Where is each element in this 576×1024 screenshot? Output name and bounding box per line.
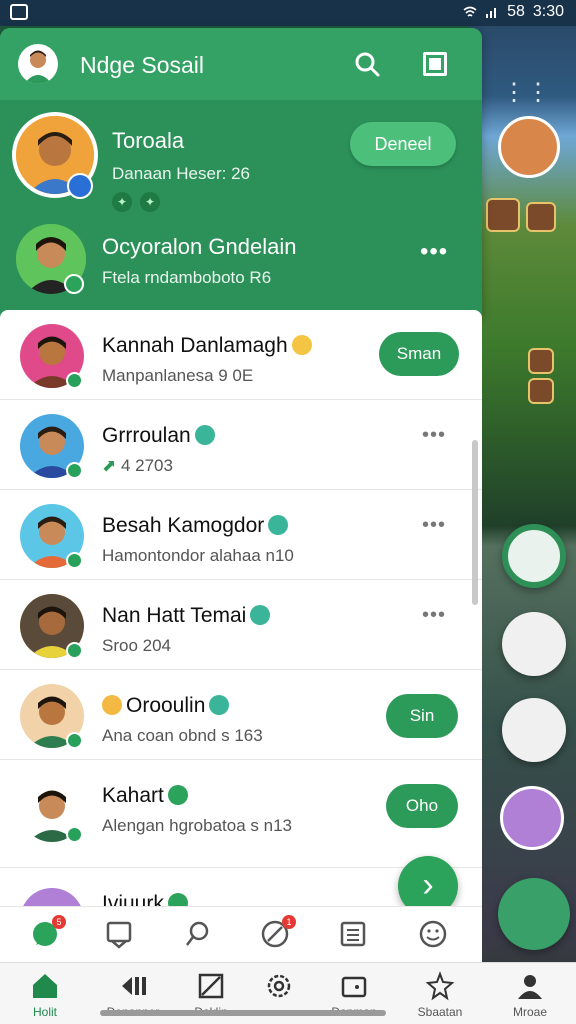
list-item[interactable]: Nan Hatt Temai Sroo 204 ••• <box>0 580 482 670</box>
nav-item-settings[interactable] <box>239 971 319 1005</box>
flower-icon <box>425 971 455 1001</box>
compass-badge: 1 <box>282 915 296 929</box>
online-badge <box>66 642 83 659</box>
trend-icon: ⬈ <box>102 456 121 475</box>
bg-fab-brush[interactable] <box>502 524 566 588</box>
wallet-icon <box>341 976 367 998</box>
online-badge <box>64 274 84 294</box>
contact-name: Grrroulan <box>102 424 191 447</box>
status-emoji-icon <box>194 425 215 445</box>
contact-subtitle: 4 2703 <box>120 456 173 475</box>
status-bar: 58 3:30 <box>0 0 576 26</box>
wifi-icon <box>463 6 477 17</box>
settings-icon <box>267 974 291 998</box>
nav-label: Holit <box>32 1005 57 1019</box>
list-item[interactable]: Besah Kamogdor Hamontondor alahaa n10 ••… <box>0 490 482 580</box>
smiley-icon[interactable] <box>418 919 448 949</box>
online-badge <box>66 462 83 479</box>
person-icon <box>518 975 542 999</box>
signal-icon <box>486 8 497 18</box>
status-dot-icon: ✦ <box>112 192 132 212</box>
featured-name: Toroala <box>112 128 185 153</box>
search-icon[interactable] <box>353 50 381 78</box>
contact-subtitle: Sroo 204 <box>102 636 171 655</box>
contact-subtitle: Manpanlanesa 9 0E <box>102 366 254 385</box>
bg-tile <box>528 378 554 404</box>
contact-name: Orooulin <box>126 694 206 717</box>
contact-name: Besah Kamogdor <box>102 514 265 537</box>
status-time: 3:30 <box>532 3 564 20</box>
scrollbar[interactable] <box>472 440 478 605</box>
edit-icon <box>198 973 224 999</box>
bg-tile <box>526 202 556 232</box>
status-emoji-icon <box>209 695 230 715</box>
more-options-icon[interactable]: ••• <box>422 424 446 447</box>
online-badge <box>66 826 83 843</box>
second-name: Ocyoralon Gndelain <box>102 234 297 259</box>
status-emoji-icon <box>268 515 289 535</box>
app-bar: Ndge Sosail <box>0 28 482 100</box>
status-dot-icon: ✦ <box>140 192 160 212</box>
more-options-icon[interactable]: ••• <box>422 604 446 627</box>
bg-tile <box>486 198 520 232</box>
home-indicator[interactable] <box>100 1010 386 1016</box>
contact-action-button[interactable]: Oho <box>386 784 458 828</box>
rewind-icon <box>122 977 146 995</box>
contact-subtitle: Alengan hgrobatoa s n13 <box>102 816 292 835</box>
nav-label: Sbaatan <box>417 1005 463 1019</box>
list-item[interactable]: Kahart Alengan hgrobatoa s n13 Oho <box>0 760 482 868</box>
status-emoji-icon <box>167 785 188 805</box>
more-options-icon[interactable]: ••• <box>420 238 448 266</box>
contact-action-button[interactable]: Sin <box>386 694 458 738</box>
contact-subtitle: Ana coan obnd s 163 <box>102 726 263 745</box>
bg-fab-bottom[interactable] <box>498 878 570 950</box>
contact-action-button[interactable]: Sman <box>379 332 459 376</box>
contact-name: Kannah Danlamagh <box>102 334 288 357</box>
background-app: ⋮⋮ <box>470 26 576 1024</box>
menu-icon: ⋮⋮ <box>502 79 550 106</box>
list-item[interactable]: Kannah Danlamagh Manpanlanesa 9 0E Sman <box>0 310 482 400</box>
featured-action-button[interactable]: Deneel <box>350 122 456 166</box>
bg-fab-note[interactable] <box>502 612 566 676</box>
contact-list: Kannah Danlamagh Manpanlanesa 9 0E Sman … <box>0 310 482 930</box>
network-label: 58 <box>507 3 525 20</box>
app-title: Ndge Sosail <box>80 52 205 78</box>
nav-item-profile[interactable]: Mroae <box>490 971 570 1019</box>
window-icon[interactable] <box>423 52 447 76</box>
bg-avatar-bottom <box>500 786 564 850</box>
home-icon <box>33 974 57 998</box>
list-icon[interactable] <box>338 919 368 949</box>
chat-badge: 5 <box>52 915 66 929</box>
nav-label: Mroae <box>512 1005 547 1019</box>
bg-fab-message[interactable] <box>502 698 566 762</box>
contact-subtitle: Hamontondor alahaa n10 <box>102 546 294 565</box>
more-options-icon[interactable]: ••• <box>422 514 446 537</box>
bear-emoji-icon <box>102 695 122 715</box>
featured-subtitle: Danaan Heser: 26 <box>112 164 250 183</box>
bg-avatar-top <box>498 116 560 178</box>
online-badge <box>66 732 83 749</box>
nav-item-home[interactable]: Holit <box>5 971 85 1019</box>
tab-row: 5 1 <box>0 906 482 962</box>
online-badge <box>66 372 83 389</box>
list-item[interactable]: Orooulin Ana coan obnd s 163 Sin <box>0 670 482 760</box>
status-emoji-icon <box>250 605 271 625</box>
second-subtitle: Ftela rndamboboto R6 <box>102 268 272 287</box>
notification-icon <box>10 4 28 20</box>
pin-icon[interactable] <box>183 919 213 949</box>
profile-avatar[interactable] <box>18 44 58 84</box>
chat-panel: Ndge Sosail Toroala Danaan Heser: 26 ✦ ✦… <box>0 28 482 318</box>
smile-emoji-icon <box>291 335 312 355</box>
contact-name: Kahart <box>102 784 164 807</box>
bg-tile <box>528 348 554 374</box>
nav-item-flower[interactable]: Sbaatan <box>400 971 480 1019</box>
inbox-icon[interactable] <box>104 919 134 949</box>
contact-name: Nan Hatt Temai <box>102 604 247 627</box>
edit-icon[interactable] <box>67 173 93 199</box>
online-badge <box>66 552 83 569</box>
list-item[interactable]: Grrroulan ⬈ 4 2703 ••• <box>0 400 482 490</box>
